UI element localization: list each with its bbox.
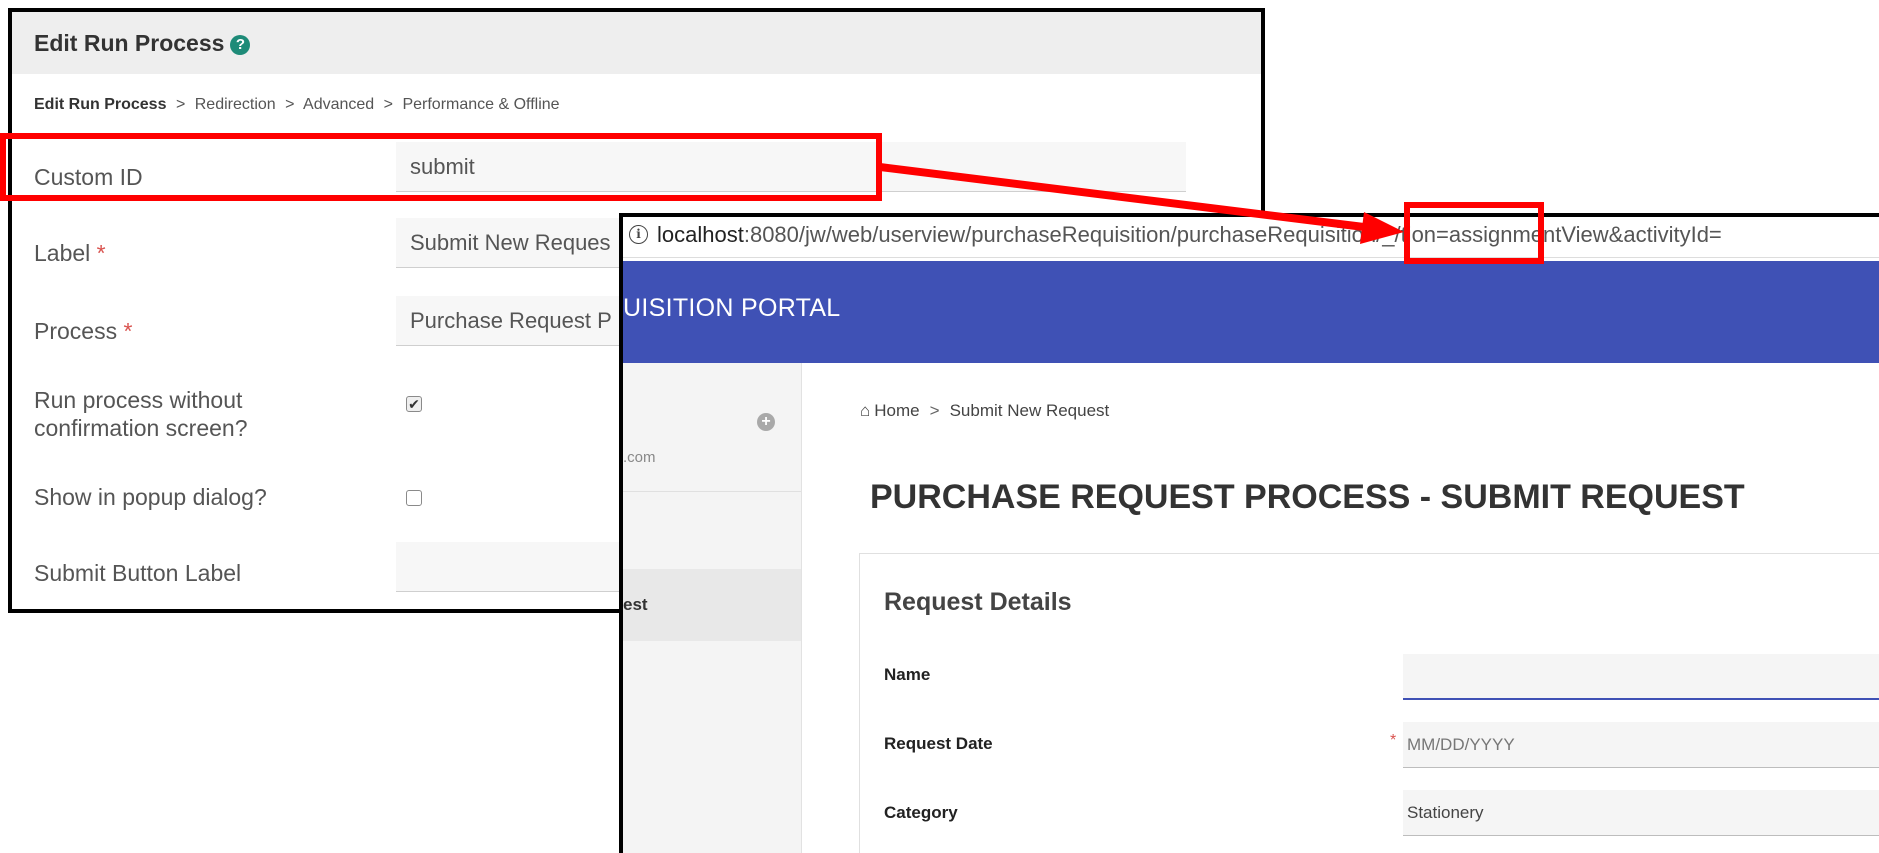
callout-arrow-line [879,163,1373,232]
callout-arrow-icon [879,163,1404,244]
callout-arrow-head [1360,212,1404,244]
